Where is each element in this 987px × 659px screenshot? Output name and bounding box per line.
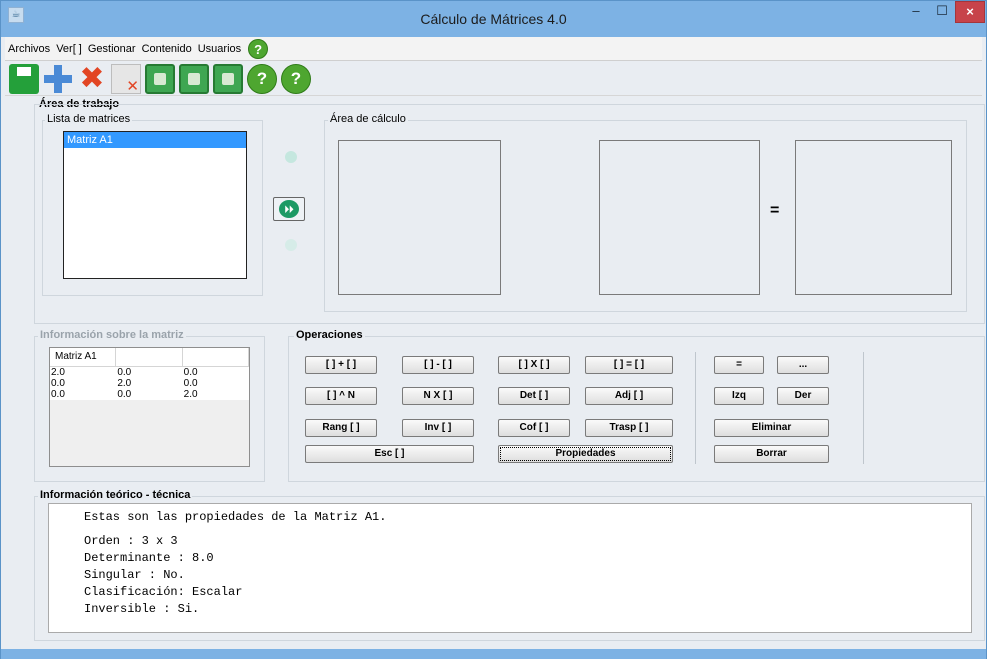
echelon-button[interactable]: Esc [ ] [305, 445, 474, 463]
menu-contenido[interactable]: Contenido [139, 43, 195, 55]
sum-button[interactable]: [ ] + [ ] [305, 356, 377, 374]
theory-line: Estas son las propiedades de la Matriz A… [84, 510, 387, 524]
menu-archivos[interactable]: Archivos [5, 43, 53, 55]
transpose-button[interactable]: Trasp [ ] [585, 419, 673, 437]
table-cell: 0.0 [117, 367, 132, 378]
table-cell: 2.0 [117, 378, 132, 389]
inverse-button[interactable]: Inv [ ] [402, 419, 474, 437]
paste-icon[interactable] [179, 63, 209, 94]
compare-button[interactable]: [ ] = [ ] [585, 356, 673, 374]
table-row: 0.0 0.0 2.0 [50, 389, 249, 400]
toolbar: ✖ ? ? [5, 62, 982, 96]
down-arrow-icon[interactable] [285, 239, 297, 251]
help-round-icon[interactable]: ? [247, 63, 277, 94]
table-header-cell [116, 348, 183, 366]
multiply-button[interactable]: [ ] X [ ] [498, 356, 570, 374]
table-cell: 0.0 [117, 389, 132, 400]
right-button[interactable]: Der [777, 387, 829, 405]
move-to-calc-button[interactable]: ⏵⏵ [273, 197, 305, 221]
theory-title: Información teórico - técnica [38, 489, 193, 501]
matrix-info-table[interactable]: Matriz A1 2.0 0.0 0.0 0.0 2.0 0.0 0.0 0.… [49, 347, 250, 467]
table-cell: 2.0 [183, 389, 198, 400]
maximize-button[interactable]: ☐ [929, 1, 955, 23]
theory-line: Clasificación: Escalar [84, 585, 243, 599]
minimize-button[interactable]: – [903, 1, 929, 23]
delete-icon[interactable]: ✖ [77, 63, 107, 94]
cofactor-button[interactable]: Cof [ ] [498, 419, 570, 437]
power-button[interactable]: [ ] ^ N [305, 387, 377, 405]
table-row: 2.0 0.0 0.0 [50, 367, 249, 378]
menu-gestionar[interactable]: Gestionar [85, 43, 139, 55]
result-box[interactable] [795, 140, 952, 295]
theory-line: Inversible : Si. [84, 602, 200, 616]
main-window: ☕ Cálculo de Mátrices 4.0 – ☐ × Archivos… [0, 0, 987, 659]
left-button[interactable]: Izq [714, 387, 764, 405]
list-item[interactable]: Matriz A1 [64, 132, 246, 148]
determinant-button[interactable]: Det [ ] [498, 387, 570, 405]
matrix-list-title: Lista de matrices [45, 113, 133, 125]
add-icon[interactable] [43, 64, 73, 94]
theory-line: Singular : No. [84, 568, 185, 582]
operand-a-box[interactable] [338, 140, 501, 295]
matrix-info-title: Información sobre la matriz [38, 329, 186, 341]
table-cell: 0.0 [183, 378, 198, 389]
table-row: 0.0 2.0 0.0 [50, 378, 249, 389]
calc-area-title: Área de cálculo [328, 113, 408, 125]
theory-text-area[interactable]: Estas son las propiedades de la Matriz A… [48, 503, 972, 633]
up-arrow-icon[interactable] [285, 151, 297, 163]
operations-title: Operaciones [294, 329, 365, 341]
remove-button[interactable]: Eliminar [714, 419, 829, 437]
table-cell: 0.0 [51, 389, 65, 400]
theory-line: Orden : 3 x 3 [84, 534, 178, 548]
more-button[interactable]: ... [777, 356, 829, 374]
theory-line: Determinante : 8.0 [84, 551, 214, 565]
menu-usuarios[interactable]: Usuarios [195, 43, 244, 55]
equals-sign: = [770, 202, 780, 219]
about-round-icon[interactable]: ? [281, 63, 311, 94]
table-cell: 0.0 [51, 378, 65, 389]
matrix-list[interactable]: Matriz A1 [63, 131, 247, 279]
window-title: Cálculo de Mátrices 4.0 [420, 11, 567, 27]
adjoint-button[interactable]: Adj [ ] [585, 387, 673, 405]
operand-b-box[interactable] [599, 140, 760, 295]
move-icon: ⏵⏵ [279, 200, 299, 218]
window-bottom-border [1, 649, 986, 659]
copy-icon[interactable] [213, 63, 243, 94]
assign-equals-button[interactable]: = [714, 356, 764, 374]
save-icon[interactable] [9, 63, 39, 94]
table-header-cell [183, 348, 249, 366]
table-cell: 2.0 [51, 367, 65, 378]
table-header-cell: Matriz A1 [50, 348, 117, 366]
menu-ver[interactable]: Ver[ ] [53, 43, 85, 55]
clear-button[interactable]: Borrar [714, 445, 829, 463]
table-header: Matriz A1 [50, 348, 249, 367]
operations-divider [695, 352, 696, 464]
help-icon[interactable]: ? [248, 38, 269, 59]
close-button[interactable]: × [955, 1, 985, 23]
title-bar[interactable]: ☕ Cálculo de Mátrices 4.0 – ☐ × [1, 1, 986, 37]
clipboard-icon[interactable] [145, 63, 175, 94]
subtract-button[interactable]: [ ] - [ ] [402, 356, 474, 374]
operations-divider-right [863, 352, 864, 464]
menu-bar: Archivos Ver[ ] Gestionar Contenido Usua… [5, 37, 982, 61]
properties-button[interactable]: Propiedades [498, 445, 673, 463]
scalar-multiply-button[interactable]: N X [ ] [402, 387, 474, 405]
table-cell: 0.0 [183, 367, 198, 378]
delete-doc-icon[interactable] [111, 63, 141, 95]
rank-button[interactable]: Rang [ ] [305, 419, 377, 437]
